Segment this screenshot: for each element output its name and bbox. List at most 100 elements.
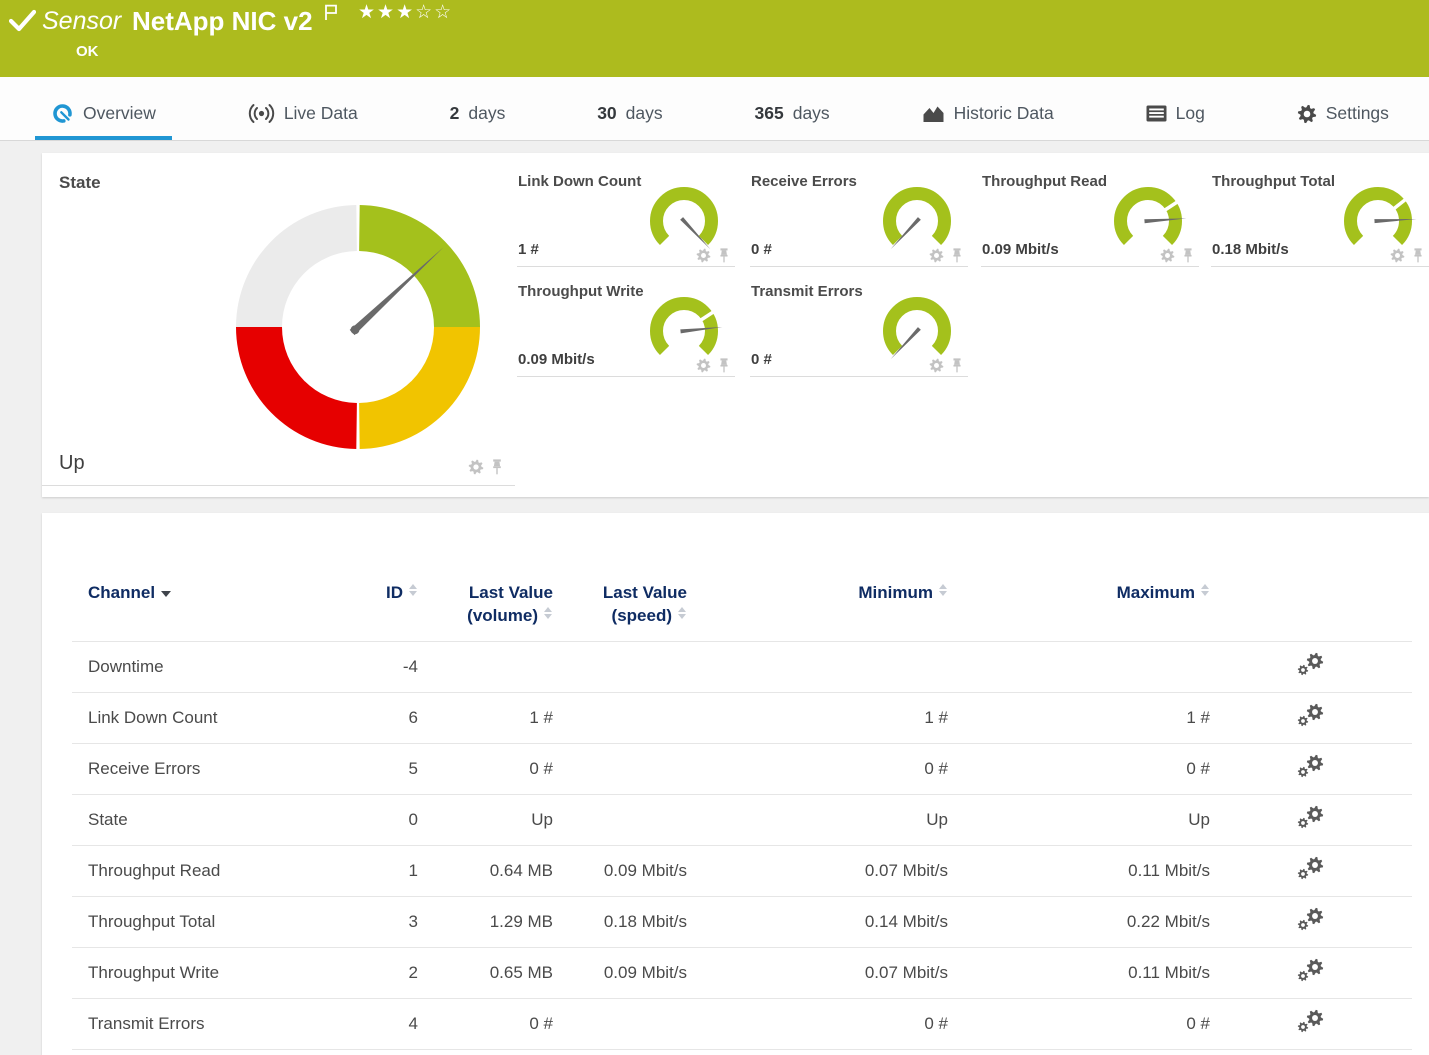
tab-2-days[interactable]: 2days: [434, 91, 522, 140]
gear-icon[interactable]: [929, 358, 944, 373]
sort-icon: [1201, 584, 1210, 596]
minimum-cell: [687, 642, 948, 693]
priority-stars[interactable]: ★★★☆☆: [358, 1, 453, 24]
transmit-errors-value: 0 #: [751, 351, 772, 368]
gauge-panel-throughput-write: Throughput Write 0.09 Mbit/s: [517, 275, 735, 377]
pin-icon[interactable]: [718, 358, 730, 373]
pin-icon[interactable]: [1182, 248, 1194, 263]
last_volume-cell: 1 #: [418, 693, 553, 744]
status-ok-check-icon: [9, 9, 36, 37]
maximum-cell: 0.11 Mbit/s: [948, 846, 1210, 897]
throughput-read-value: 0.09 Mbit/s: [982, 241, 1059, 258]
channel-actions-cell: [1210, 744, 1412, 795]
minimum-cell: 0.07 Mbit/s: [687, 846, 948, 897]
last_speed-cell: [553, 693, 687, 744]
column-header-id[interactable]: ID: [372, 581, 418, 642]
channels-table-card: ChannelIDLast Value(volume)Last Value(sp…: [42, 513, 1429, 1055]
last_speed-cell: [553, 744, 687, 795]
column-header-channel[interactable]: Channel: [72, 581, 372, 642]
channel-settings-button[interactable]: [1296, 866, 1326, 885]
sort-icon: [939, 584, 948, 596]
last_volume-cell: 1.29 MB: [418, 897, 553, 948]
table-row-throughput-read[interactable]: Throughput Read10.64 MB0.09 Mbit/s0.07 M…: [72, 846, 1412, 897]
last_speed-cell: 0.09 Mbit/s: [553, 846, 687, 897]
table-row-link-down-count[interactable]: Link Down Count61 #1 #1 #: [72, 693, 1412, 744]
maximum-cell: 1 #: [948, 693, 1210, 744]
gear-icon[interactable]: [696, 248, 711, 263]
tab-365-days[interactable]: 365days: [739, 91, 846, 140]
channel-settings-button[interactable]: [1296, 968, 1326, 987]
maximum-cell: 0 #: [948, 999, 1210, 1050]
pin-icon[interactable]: [1412, 248, 1424, 263]
channel-settings-button[interactable]: [1296, 1019, 1326, 1038]
tab-bar: Overview Live Data 2days 30days 365days His…: [0, 77, 1429, 141]
tab-historic-data[interactable]: Historic Data: [906, 91, 1070, 140]
gear-icon[interactable]: [696, 358, 711, 373]
log-icon: [1146, 105, 1167, 122]
table-row-receive-errors[interactable]: Receive Errors50 #0 #0 #: [72, 744, 1412, 795]
last_speed-cell: 0.09 Mbit/s: [553, 948, 687, 999]
last_volume-cell: 0 #: [418, 999, 553, 1050]
column-header-maximum[interactable]: Maximum: [948, 581, 1210, 642]
channel-settings-button[interactable]: [1296, 815, 1326, 834]
tab-overview[interactable]: Overview: [35, 91, 172, 140]
channel-actions-cell: [1210, 795, 1412, 846]
flag-icon[interactable]: [324, 4, 338, 26]
tab-365-days-label: days: [793, 103, 830, 124]
column-header-last_volume[interactable]: Last Value(volume): [418, 581, 553, 642]
pin-icon[interactable]: [951, 358, 963, 373]
maximum-cell: 0.22 Mbit/s: [948, 897, 1210, 948]
gear-icon[interactable]: [1390, 248, 1405, 263]
table-row-downtime[interactable]: Downtime-4: [72, 642, 1412, 693]
last_volume-cell: 0.65 MB: [418, 948, 553, 999]
historic-data-icon: [922, 104, 945, 123]
sensor-status-badge: OK: [76, 43, 99, 60]
gear-icon[interactable]: [468, 459, 484, 475]
pin-icon[interactable]: [951, 248, 963, 263]
channel-settings-button[interactable]: [1296, 917, 1326, 936]
table-row-state[interactable]: State0UpUpUp: [72, 795, 1412, 846]
table-row-throughput-write[interactable]: Throughput Write20.65 MB0.09 Mbit/s0.07 …: [72, 948, 1412, 999]
object-kind-label: Sensor: [42, 7, 121, 36]
receive-errors-label: Receive Errors: [751, 173, 857, 190]
channel-settings-button[interactable]: [1296, 662, 1326, 681]
id-cell: -4: [372, 642, 418, 693]
minimum-cell: 0.14 Mbit/s: [687, 897, 948, 948]
maximum-cell: Up: [948, 795, 1210, 846]
throughput-write-panel-icons: [696, 358, 730, 373]
channel-cell: Receive Errors: [72, 744, 372, 795]
gauge-panel-receive-errors: Receive Errors 0 #: [750, 165, 968, 267]
channel-settings-button[interactable]: [1296, 713, 1326, 732]
pin-icon[interactable]: [718, 248, 730, 263]
last_volume-cell: 0.64 MB: [418, 846, 553, 897]
link-down-count-label: Link Down Count: [518, 173, 641, 190]
last_volume-cell: Up: [418, 795, 553, 846]
maximum-cell: 0 #: [948, 744, 1210, 795]
tab-settings-label: Settings: [1326, 103, 1389, 124]
column-header-last_speed[interactable]: Last Value(speed): [553, 581, 687, 642]
sort-icon: [161, 591, 172, 597]
tab-30-days[interactable]: 30days: [581, 91, 678, 140]
gauge-panel-transmit-errors: Transmit Errors 0 #: [750, 275, 968, 377]
last_speed-cell: [553, 795, 687, 846]
tab-live-data[interactable]: Live Data: [232, 91, 374, 140]
table-row-transmit-errors[interactable]: Transmit Errors40 #0 #0 #: [72, 999, 1412, 1050]
tab-settings[interactable]: Settings: [1281, 91, 1405, 140]
tab-live-data-label: Live Data: [284, 103, 358, 124]
channel-cell: Downtime: [72, 642, 372, 693]
gauge-panel-state: State Up: [42, 153, 515, 486]
last_speed-cell: [553, 999, 687, 1050]
table-row-throughput-total[interactable]: Throughput Total31.29 MB0.18 Mbit/s0.14 …: [72, 897, 1412, 948]
channel-settings-button[interactable]: [1296, 764, 1326, 783]
sort-icon: [678, 607, 687, 619]
channel-actions-cell: [1210, 948, 1412, 999]
minimum-cell: Up: [687, 795, 948, 846]
gear-icon[interactable]: [1160, 248, 1175, 263]
column-header-minimum[interactable]: Minimum: [687, 581, 948, 642]
last_speed-cell: [553, 642, 687, 693]
pin-icon[interactable]: [491, 459, 503, 475]
gear-icon[interactable]: [929, 248, 944, 263]
gauge-icon: [51, 102, 74, 125]
maximum-cell: [948, 642, 1210, 693]
tab-log[interactable]: Log: [1130, 91, 1221, 140]
